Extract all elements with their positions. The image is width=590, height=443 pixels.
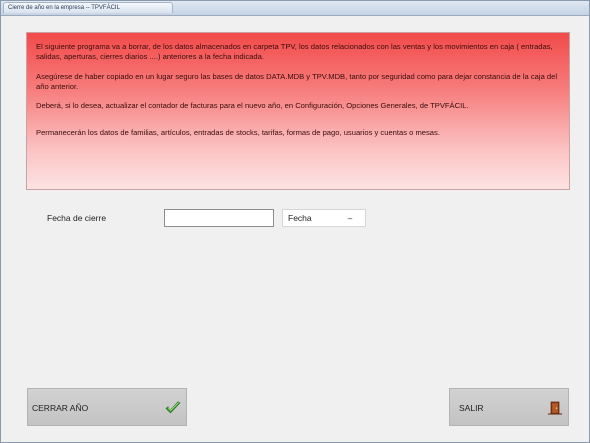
window-title[interactable]: Cierre de año en la empresa -- TPVFÁCIL xyxy=(3,2,173,13)
checkmark-icon xyxy=(165,401,181,415)
date-picker-dropdown-button[interactable]: – xyxy=(346,214,354,224)
door-exit-icon xyxy=(547,401,563,415)
info-paragraph-backup: Asegúrese de haber copiado en un lugar s… xyxy=(36,72,558,91)
close-year-button[interactable]: CERRAR AÑO xyxy=(27,388,187,426)
exit-button[interactable]: SALIR xyxy=(449,388,569,426)
closing-date-input[interactable] xyxy=(164,209,274,227)
close-year-button-label: CERRAR AÑO xyxy=(32,403,89,413)
info-paragraph-invoice-counter: Deberá, si lo desea, actualizar el conta… xyxy=(36,101,469,110)
app-window: Cierre de año en la empresa -- TPVFÁCIL … xyxy=(0,0,590,443)
warning-info-panel: El siguiente programa va a borrar, de lo… xyxy=(26,32,570,190)
date-picker-control[interactable]: Fecha – xyxy=(282,209,366,227)
info-paragraph-kept-data: Permanecerán los datos de familias, artí… xyxy=(36,128,440,137)
exit-button-label: SALIR xyxy=(459,403,484,413)
title-bar: Cierre de año en la empresa -- TPVFÁCIL xyxy=(1,1,589,16)
date-picker-label: Fecha xyxy=(288,213,312,223)
closing-date-label: Fecha de cierre xyxy=(47,213,107,223)
info-paragraph-delete-scope: El siguiente programa va a borrar, de lo… xyxy=(36,42,553,61)
